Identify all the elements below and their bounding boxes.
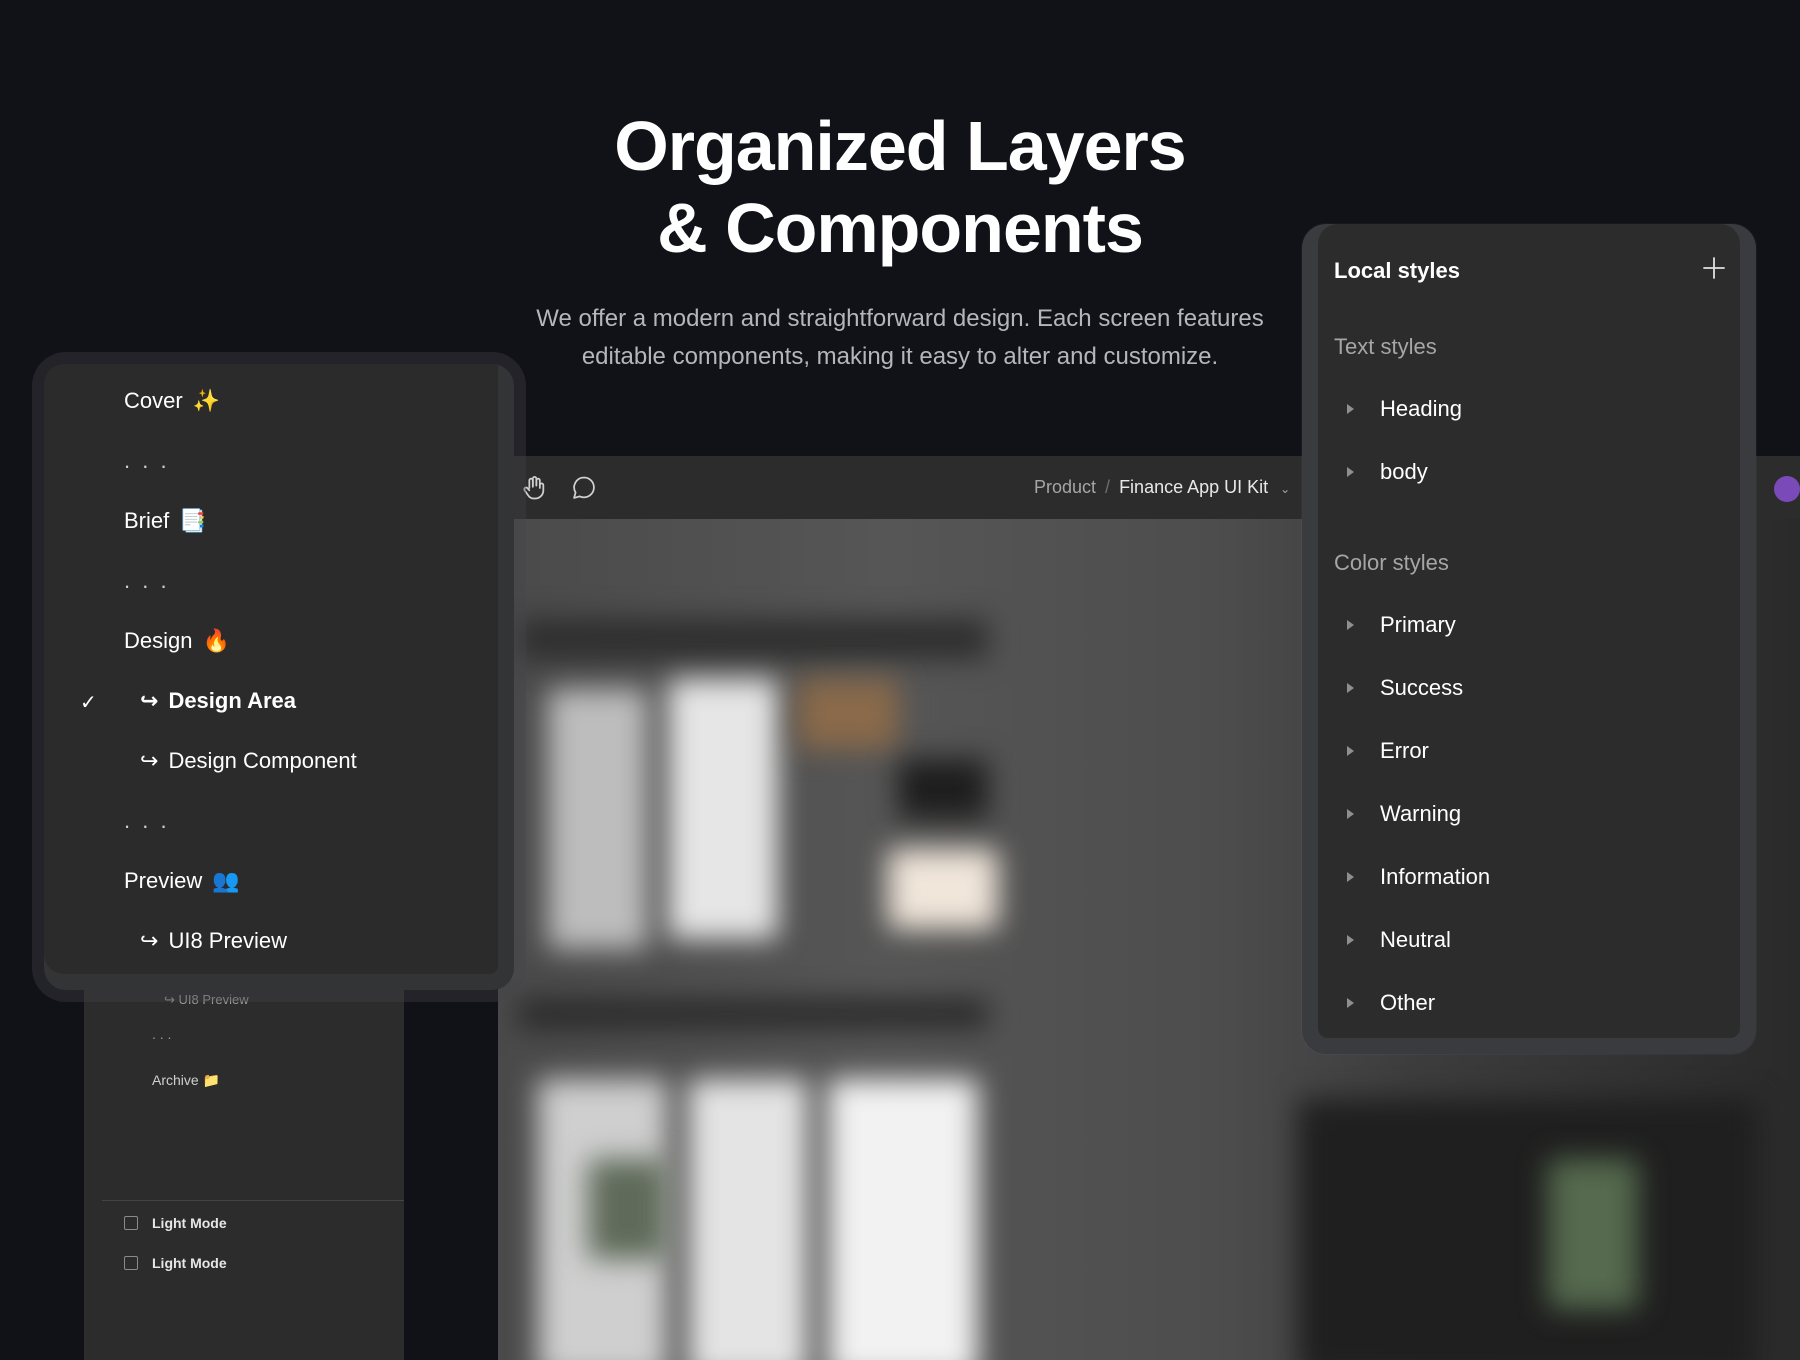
layer-item-light-mode[interactable]: Light Mode: [152, 1255, 227, 1271]
page-label: Cover: [124, 388, 183, 413]
caret-right-icon: [1347, 998, 1354, 1008]
subpage-arrow-icon: ↪: [164, 992, 175, 1007]
color-style-warning[interactable]: Warning: [1334, 801, 1461, 827]
folder-icon: 📁: [202, 1072, 221, 1088]
local-styles-panel: Local styles Text styles Heading body Co…: [1302, 224, 1756, 1054]
caret-right-icon: [1347, 872, 1354, 882]
local-styles-list: Local styles Text styles Heading body Co…: [1318, 224, 1740, 1038]
people-icon: 👥: [212, 868, 240, 893]
text-style-heading[interactable]: Heading: [1334, 396, 1462, 422]
caret-right-icon: [1347, 935, 1354, 945]
page-label: UI8 Preview: [168, 928, 288, 953]
caret-right-icon: [1347, 404, 1354, 414]
color-style-information[interactable]: Information: [1334, 864, 1490, 890]
plus-icon[interactable]: [1702, 256, 1726, 280]
color-style-success[interactable]: Success: [1334, 675, 1463, 701]
color-style-neutral[interactable]: Neutral: [1334, 927, 1451, 953]
text-style-body[interactable]: body: [1334, 459, 1428, 485]
breadcrumb: Product / Finance App UI Kit ⌄: [1034, 477, 1290, 498]
avatar[interactable]: [1774, 476, 1800, 502]
comment-icon[interactable]: [570, 474, 598, 502]
blurred-frame: [898, 759, 988, 819]
page-item-design-area[interactable]: ↪ Design Area: [140, 688, 296, 714]
hand-icon[interactable]: [520, 474, 548, 502]
document-icon: 📑: [179, 508, 207, 533]
blurred-frame: [828, 1079, 978, 1360]
breadcrumb-current[interactable]: Finance App UI Kit: [1119, 477, 1268, 497]
style-label: body: [1380, 459, 1428, 484]
check-icon: ✓: [80, 692, 97, 714]
sidebar-item-ui8-preview[interactable]: ↪ UI8 Preview: [164, 992, 249, 1008]
page-item-ui8-preview[interactable]: ↪ UI8 Preview: [140, 928, 287, 954]
subpage-arrow-icon: ↪: [140, 688, 159, 713]
page-separator-dots: . . .: [124, 568, 170, 593]
sidebar-item-archive[interactable]: Archive 📁: [152, 1072, 220, 1089]
page-label: Design: [124, 628, 193, 653]
breadcrumb-parent[interactable]: Product: [1034, 477, 1096, 497]
blurred-frame: [588, 1159, 668, 1259]
breadcrumb-separator: /: [1105, 477, 1111, 497]
subpage-arrow-icon: ↪: [140, 928, 159, 953]
blurred-frame: [518, 999, 988, 1029]
caret-right-icon: [1347, 467, 1354, 477]
local-styles-title: Local styles: [1334, 258, 1460, 283]
caret-right-icon: [1347, 809, 1354, 819]
page-label: Design Component: [168, 748, 357, 773]
style-label: Heading: [1380, 396, 1462, 421]
blurred-frame: [668, 679, 778, 939]
blurred-frame: [888, 849, 998, 929]
blurred-frame: [688, 1079, 808, 1360]
subpage-arrow-icon: ↪: [140, 748, 159, 773]
page-label: Design Area: [168, 688, 297, 713]
page-separator-dots: . . .: [124, 448, 170, 473]
frame-icon: [124, 1216, 138, 1230]
frame-icon: [124, 1256, 138, 1270]
page-item-design[interactable]: Design 🔥: [124, 628, 230, 654]
color-style-primary[interactable]: Primary: [1334, 612, 1456, 638]
caret-right-icon: [1347, 683, 1354, 693]
page-item-cover[interactable]: Cover ✨: [124, 388, 220, 414]
style-label: Success: [1380, 675, 1464, 700]
page-item-brief[interactable]: Brief 📑: [124, 508, 207, 534]
sidebar-item-label: UI8 Preview: [178, 992, 249, 1007]
caret-right-icon: [1347, 746, 1354, 756]
sidebar-dots: . . .: [152, 1026, 172, 1042]
style-label: Error: [1380, 738, 1429, 763]
style-label: Information: [1380, 864, 1491, 889]
color-styles-label: Color styles: [1334, 550, 1449, 575]
color-style-other[interactable]: Other: [1334, 990, 1435, 1016]
style-label: Primary: [1380, 612, 1456, 637]
page-item-preview[interactable]: Preview 👥: [124, 868, 240, 894]
page-label: Brief: [124, 508, 170, 533]
color-style-error[interactable]: Error: [1334, 738, 1429, 764]
hero-title-line-1: Organized Layers: [614, 107, 1186, 185]
page-separator-dots: . . .: [124, 808, 170, 833]
style-label: Neutral: [1380, 927, 1451, 952]
pages-panel: Cover ✨ . . . Brief 📑 . . . Design 🔥 ✓ ↪…: [44, 364, 514, 990]
page-item-design-component[interactable]: ↪ Design Component: [140, 748, 357, 774]
chevron-down-icon[interactable]: ⌄: [1280, 482, 1290, 496]
text-styles-label: Text styles: [1334, 334, 1437, 359]
layer-item-light-mode[interactable]: Light Mode: [152, 1215, 227, 1231]
fire-icon: 🔥: [202, 628, 230, 653]
blurred-frame: [1548, 1159, 1638, 1309]
caret-right-icon: [1347, 620, 1354, 630]
sidebar-item-label: Archive: [152, 1072, 199, 1088]
sparkles-icon: ✨: [192, 388, 221, 413]
style-label: Other: [1380, 990, 1436, 1015]
blurred-frame: [1298, 1099, 1758, 1360]
left-sidebar: ↪ UI8 Preview . . . Archive 📁 Light Mode…: [84, 960, 404, 1360]
blurred-frame: [798, 679, 898, 749]
page-label: Preview: [124, 868, 203, 893]
style-label: Warning: [1380, 801, 1462, 826]
sidebar-divider: [102, 1200, 404, 1201]
pages-list: Cover ✨ . . . Brief 📑 . . . Design 🔥 ✓ ↪…: [44, 364, 498, 974]
blurred-frame: [548, 689, 648, 949]
blurred-frame: [518, 619, 988, 659]
